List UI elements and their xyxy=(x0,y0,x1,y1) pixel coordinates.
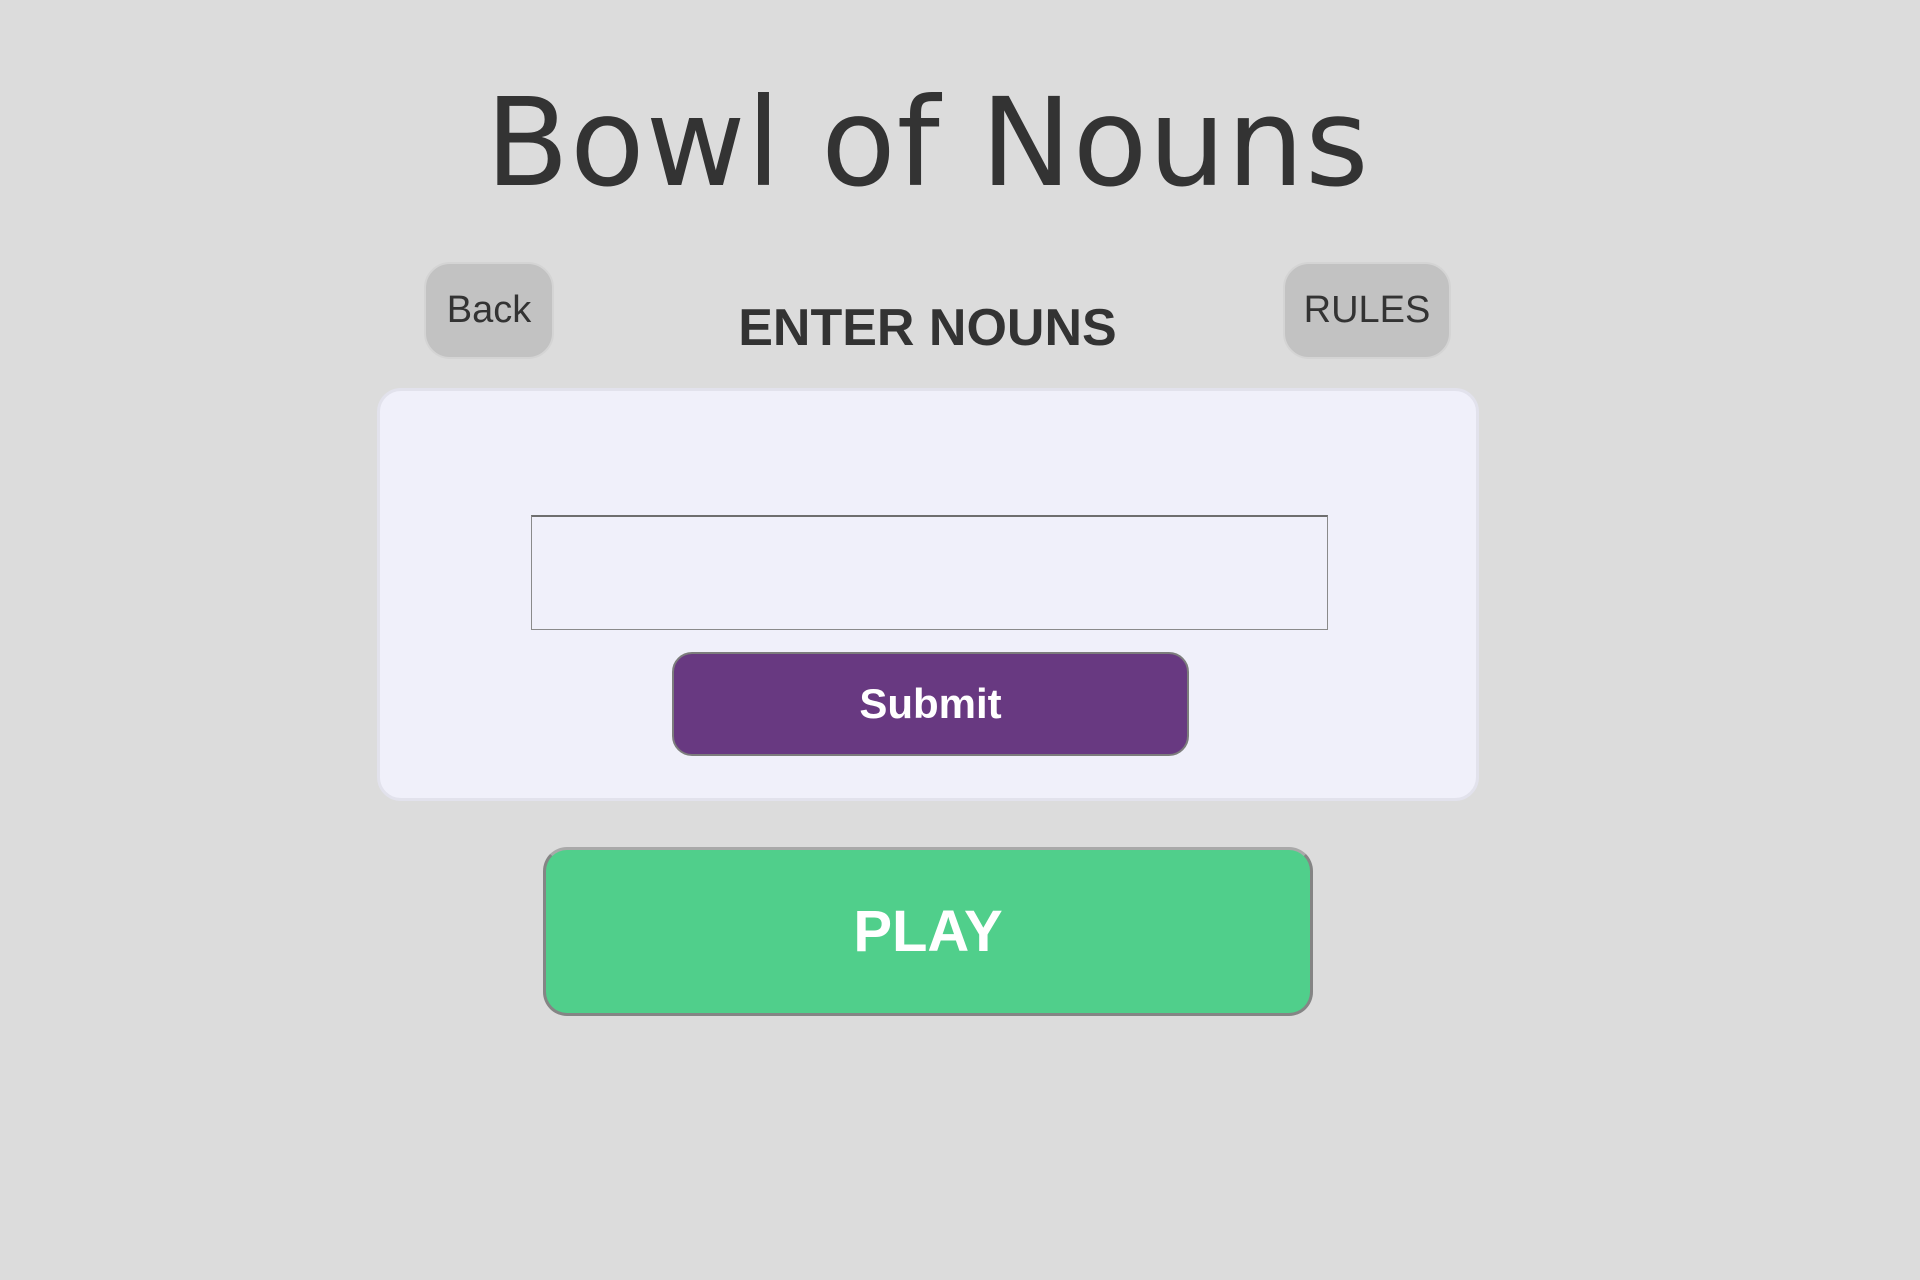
play-button[interactable]: PLAY xyxy=(543,847,1313,1016)
section-heading: ENTER NOUNS xyxy=(738,299,1117,357)
noun-entry-card: Submit xyxy=(377,388,1479,801)
app-title: Bowl of Nouns xyxy=(485,72,1370,214)
submit-button[interactable]: Submit xyxy=(672,652,1189,756)
noun-input[interactable] xyxy=(531,515,1328,630)
rules-button[interactable]: RULES xyxy=(1283,262,1451,359)
